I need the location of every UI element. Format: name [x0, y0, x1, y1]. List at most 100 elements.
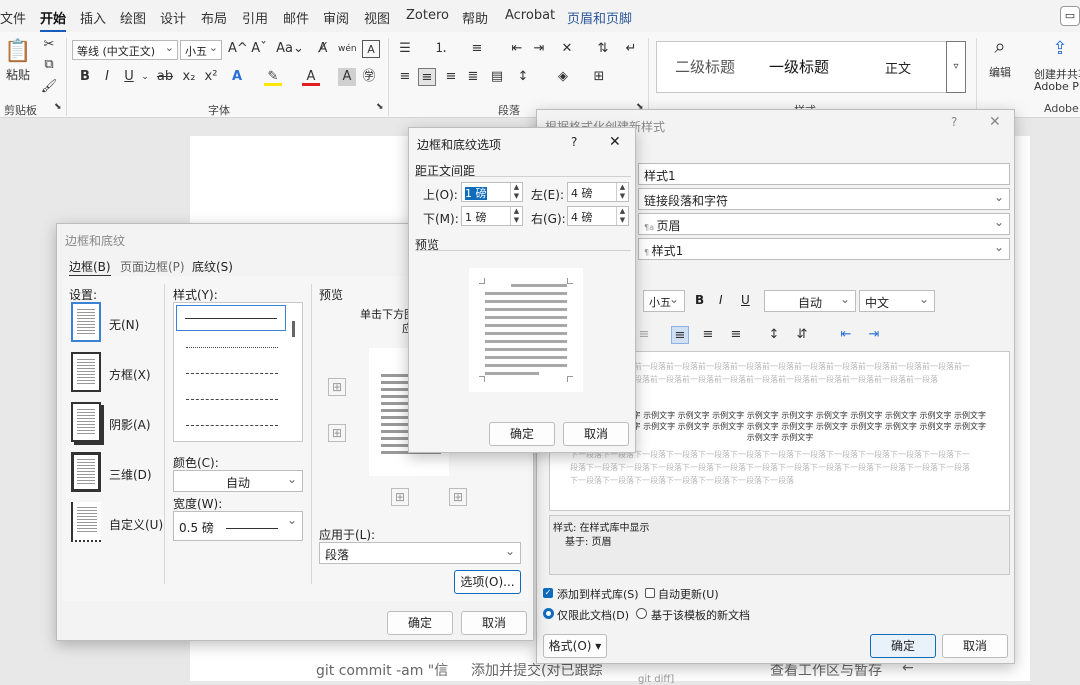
show-marks-icon[interactable]: ↵ — [622, 40, 640, 58]
clipboard-launcher-icon[interactable]: ⬊ — [54, 102, 62, 112]
border-width-select[interactable]: 0.5 磅 — [173, 511, 303, 541]
search-icon[interactable]: ⌕ — [986, 34, 1014, 58]
style-increase-indent-icon[interactable]: ⇥ — [865, 326, 883, 344]
style-type-select[interactable]: 链接段落和字符 — [638, 188, 1010, 210]
setting-box-label[interactable]: 方框(X) — [109, 366, 151, 383]
style-name-input[interactable]: 样式1 — [638, 163, 1010, 185]
text-effect-icon[interactable]: A — [228, 68, 246, 86]
align-left-icon[interactable]: ≡ — [396, 68, 414, 86]
style-font-size-select[interactable]: 小五 — [643, 290, 685, 312]
increase-indent-icon[interactable]: ⇥ — [530, 40, 548, 58]
style-underline-button[interactable]: U — [741, 293, 750, 307]
border-top-toggle-icon[interactable]: ⊞ — [328, 378, 346, 396]
auto-update-label[interactable]: 自动更新(U) — [658, 586, 719, 602]
setting-custom-icon[interactable] — [71, 502, 101, 542]
line-style-list[interactable] — [173, 302, 303, 442]
phonetic-guide-icon[interactable]: wén — [338, 40, 357, 58]
border-right-toggle-icon[interactable]: ⊞ — [449, 488, 467, 506]
style-script-select[interactable]: 中文 — [859, 290, 935, 312]
top-spacing-input[interactable]: 1 磅 ▲ ▼ — [461, 182, 523, 202]
enclose-character-icon[interactable]: ㊫ — [360, 68, 378, 86]
line-style-dashed[interactable] — [186, 399, 278, 400]
edit-button[interactable]: 编辑 — [984, 64, 1016, 80]
auto-update-checkbox[interactable] — [645, 588, 655, 598]
subscript-icon[interactable]: x₂ — [180, 68, 198, 86]
style-bold-button[interactable]: B — [695, 293, 704, 307]
style-align-right-icon[interactable]: ≡ — [699, 326, 717, 344]
multilevel-list-icon[interactable]: ≡ — [468, 40, 486, 58]
style-para-spacing-icon[interactable]: ⇵ — [793, 326, 811, 344]
left-spacing-input[interactable]: 4 磅 ▲ ▼ — [567, 182, 629, 202]
style-align-left-icon[interactable]: ≡ — [635, 326, 653, 344]
setting-shadow-icon[interactable] — [71, 402, 101, 442]
copy-icon[interactable]: ⧉ — [40, 56, 58, 74]
format-menu-button[interactable]: 格式(O) ▾ — [543, 634, 607, 658]
style-gallery-more-icon[interactable]: ▿ — [946, 41, 966, 93]
align-center-icon[interactable]: ≡ — [418, 68, 436, 86]
paste-button[interactable]: 粘贴 — [4, 66, 32, 83]
right-spacing-input[interactable]: 4 磅 ▲ ▼ — [567, 206, 629, 226]
strikethrough-icon[interactable]: ab — [156, 68, 174, 86]
tab-header-footer[interactable]: 页眉和页脚 — [567, 8, 632, 27]
style-heading2[interactable]: 二级标题 — [675, 56, 735, 77]
decrease-indent-icon[interactable]: ⇤ — [508, 40, 526, 58]
setting-none-label[interactable]: 无(N) — [109, 316, 139, 333]
setting-none-icon[interactable] — [71, 302, 101, 342]
tab-layout[interactable]: 布局 — [201, 8, 227, 27]
add-to-gallery-label[interactable]: 添加到样式库(S) — [557, 586, 639, 602]
font-name-combo[interactable]: 等线 (中文正文) — [72, 40, 178, 60]
style-color-select[interactable]: 自动 — [764, 290, 856, 312]
style-next-select[interactable]: ¶ 样式1 — [638, 238, 1010, 260]
line-style-dash-dot[interactable] — [186, 425, 278, 426]
scrollbar-thumb[interactable] — [292, 321, 295, 337]
style-italic-button[interactable]: I — [719, 293, 723, 307]
options-button[interactable]: 选项(O)... — [454, 570, 521, 594]
new-style-ok-button[interactable]: 确定 — [870, 634, 936, 658]
font-launcher-icon[interactable]: ⬊ — [376, 102, 384, 112]
tab-design[interactable]: 设计 — [160, 8, 186, 27]
line-style-dotted[interactable] — [186, 347, 278, 348]
tab-zotero[interactable]: Zotero — [406, 8, 449, 23]
tab-help[interactable]: 帮助 — [462, 8, 488, 27]
border-left-toggle-icon[interactable]: ⊞ — [391, 488, 409, 506]
align-right-icon[interactable]: ≡ — [442, 68, 460, 86]
distributed-icon[interactable]: ▤ — [488, 68, 506, 86]
adobe-pdf-label[interactable]: Adobe PDF — [1034, 80, 1080, 93]
tab-home[interactable]: 开始 — [40, 8, 67, 33]
tab-review[interactable]: 审阅 — [323, 8, 349, 27]
underline-dropdown-icon[interactable]: ⌄ — [136, 68, 154, 86]
style-based-on-select[interactable]: ¶a 页眉 — [638, 213, 1010, 235]
style-heading1[interactable]: 一级标题 — [769, 56, 829, 77]
tab-insert[interactable]: 插入 — [80, 8, 106, 27]
tab-page-border[interactable]: 页面边框(P) — [120, 258, 185, 275]
style-decrease-indent-icon[interactable]: ⇤ — [837, 326, 855, 344]
tab-file[interactable]: 文件 — [0, 8, 26, 27]
border-inner-toggle-icon[interactable]: ⊞ — [328, 424, 346, 442]
highlight-icon[interactable]: ✎ — [264, 68, 282, 86]
character-border-icon[interactable]: A — [362, 40, 380, 58]
setting-3d-icon[interactable] — [71, 452, 101, 492]
format-painter-icon[interactable]: 🖌 — [40, 78, 58, 96]
shading-icon[interactable]: ◈ — [554, 68, 572, 86]
paste-icon[interactable]: 📋 — [4, 38, 32, 68]
close-icon[interactable]: ✕ — [609, 134, 621, 150]
help-icon[interactable]: ? — [951, 115, 957, 129]
justify-icon[interactable]: ≣ — [464, 68, 482, 86]
borders-icon[interactable]: ⊞ — [590, 68, 608, 86]
italic-icon[interactable]: I — [98, 68, 116, 86]
style-align-center-icon[interactable]: ≡ — [671, 326, 689, 344]
bottom-spacing-input[interactable]: 1 磅 ▲ ▼ — [461, 206, 523, 226]
new-docs-radio[interactable] — [636, 608, 647, 619]
clear-format-icon[interactable]: A̸ — [314, 40, 332, 58]
cut-icon[interactable]: ✂ — [40, 36, 58, 54]
tab-mailings[interactable]: 邮件 — [283, 8, 309, 27]
style-normal[interactable]: 正文 — [885, 58, 911, 77]
font-color-icon[interactable]: A — [302, 68, 320, 86]
border-color-select[interactable]: 自动 — [173, 470, 303, 492]
setting-shadow-label[interactable]: 阴影(A) — [109, 416, 151, 433]
line-spacing-icon[interactable]: ↕ — [514, 68, 532, 86]
new-docs-label[interactable]: 基于该模板的新文档 — [651, 607, 750, 623]
new-style-cancel-button[interactable]: 取消 — [942, 634, 1008, 658]
options-cancel-button[interactable]: 取消 — [563, 422, 629, 446]
tab-borders[interactable]: 边框(B) — [69, 258, 111, 277]
